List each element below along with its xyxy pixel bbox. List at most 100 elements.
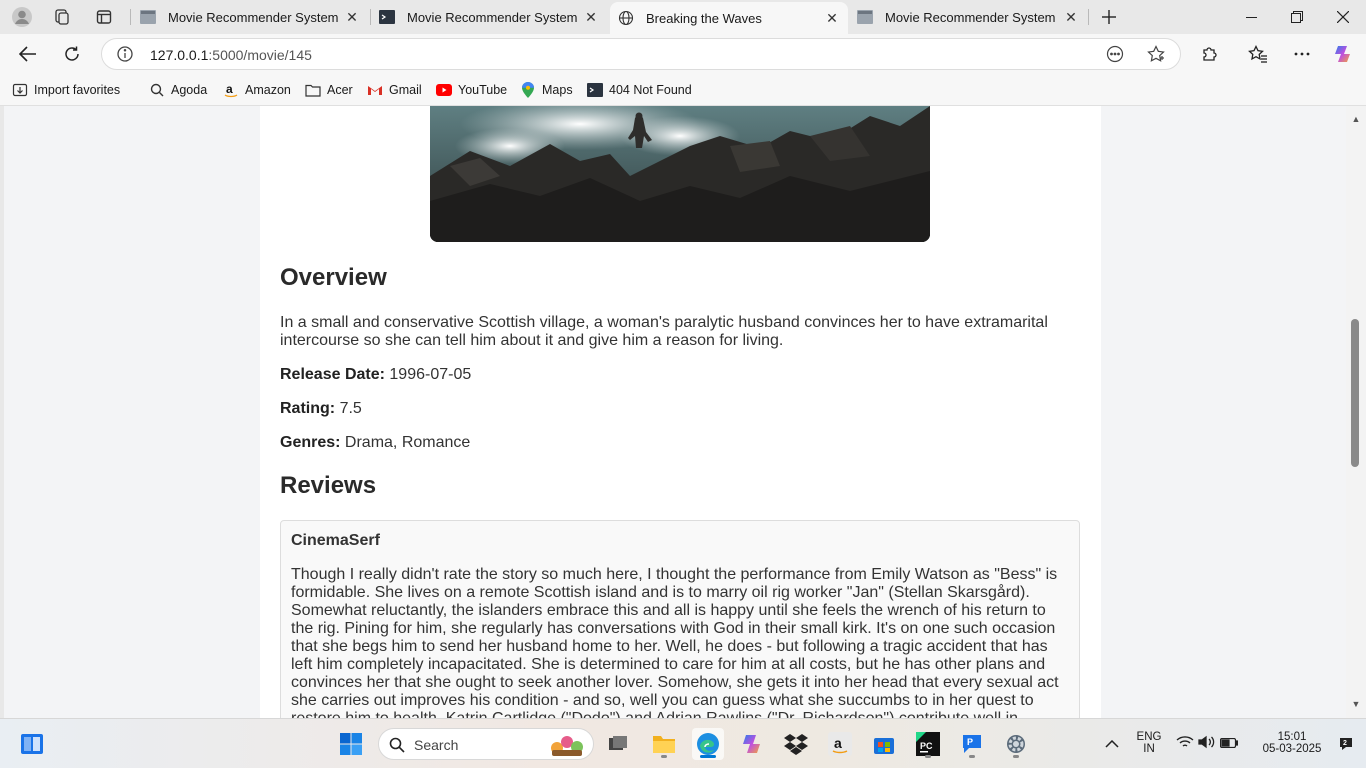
favorite-404[interactable]: 404 Not Found [587,81,692,99]
review-author: CinemaSerf [291,532,380,549]
page-scrollbar[interactable]: ▲ ▼ [1346,106,1366,718]
volume-icon [1198,735,1216,754]
favorite-label: Amazon [245,83,291,97]
start-icon[interactable] [335,728,367,760]
language-indicator[interactable]: ENG IN [1134,731,1164,755]
new-tab-icon[interactable] [1098,6,1120,28]
favorite-agoda[interactable]: Agoda [149,81,207,99]
widgets-icon[interactable] [16,728,48,760]
info-icon[interactable] [116,45,134,63]
tab-title: Breaking the Waves [646,10,762,26]
language-code: ENG [1136,731,1162,743]
terminal-icon [379,9,395,25]
svg-text:2: 2 [1343,740,1347,747]
chevron-up-icon[interactable] [1096,728,1128,760]
url-text[interactable]: 127.0.0.1:5000/movie/145 [150,47,312,63]
folder-icon [305,82,321,98]
tab-movie-recommender-2[interactable]: Movie Recommender System ✕ [371,3,607,31]
youtube-icon [436,82,452,98]
tab-movie-recommender-3[interactable]: Movie Recommender System ✕ [849,3,1087,31]
quick-assist-icon[interactable]: P [956,728,988,760]
amazon-app-icon[interactable]: a [824,728,856,760]
favorite-acer[interactable]: Acer [305,81,353,99]
terminal-icon [140,9,156,25]
gmail-icon [367,82,383,98]
region-code: IN [1143,743,1155,755]
search-label: Search [414,737,459,753]
pycharm-icon[interactable]: PC [912,728,944,760]
edge-icon[interactable] [692,728,724,760]
file-explorer-icon[interactable] [648,728,680,760]
extensions-icon[interactable] [1196,40,1224,68]
profile-icon[interactable] [11,6,33,28]
release-date-value: 1996-07-05 [389,366,472,383]
clock-date: 05-03-2025 [1262,743,1322,755]
clock[interactable]: 15:01 05-03-2025 [1254,731,1330,755]
amazon-icon: a [223,82,239,98]
taskbar-search[interactable]: Search [378,728,594,760]
close-icon[interactable]: ✕ [583,9,599,25]
restore-button[interactable] [1274,0,1320,34]
scroll-up-icon[interactable]: ▲ [1351,114,1361,124]
favorites-bar: Import favorites Agoda a Amazon Acer Gma… [0,74,1366,106]
address-bar[interactable]: 127.0.0.1:5000/movie/145 [101,38,1181,70]
dropbox-icon[interactable] [780,728,812,760]
tab-breaking-the-waves[interactable]: Breaking the Waves ✕ [610,2,848,34]
rating-label: Rating: [280,400,336,417]
tab-title: Movie Recommender System [407,9,578,25]
page-viewport: Overview In a small and conservative Sco… [0,106,1366,718]
favorite-youtube[interactable]: YouTube [436,81,507,99]
svg-text:P: P [967,737,973,747]
notification-icon[interactable]: 2 [1330,728,1362,760]
task-view-icon[interactable] [602,728,634,760]
search-icon [389,737,405,758]
genres-label: Genres: [280,434,341,451]
import-icon [12,82,28,98]
minimize-button[interactable] [1228,0,1274,34]
refresh-button[interactable] [58,40,86,68]
svg-text:a: a [226,82,233,96]
wifi-icon [1176,735,1194,754]
globe-icon [618,10,634,26]
settings-gear-icon[interactable] [1000,728,1032,760]
terminal-icon [857,9,873,25]
overview-heading: Overview [280,264,387,291]
close-window-button[interactable] [1320,0,1366,34]
favorite-label: Agoda [171,83,208,97]
svg-text:PC: PC [920,741,933,751]
store-icon[interactable] [868,728,900,760]
favorite-maps[interactable]: Maps [520,81,573,99]
more-tools-icon[interactable] [1105,44,1125,64]
tab-movie-recommender-1[interactable]: Movie Recommender System ✕ [132,3,368,31]
favorites-icon[interactable] [1244,40,1272,68]
favorite-label: Acer [327,83,353,97]
overview-text: In a small and conservative Scottish vil… [280,314,1048,349]
close-icon[interactable]: ✕ [824,10,840,26]
taskbar: Search a PC P ENG IN 15:01 05-03-2025 2 [0,718,1366,768]
favorite-label: 404 Not Found [609,83,692,97]
genres-value: Drama, Romance [344,434,471,451]
maps-icon [520,82,536,98]
back-button[interactable] [14,40,42,68]
terminal-icon [587,82,603,98]
favorite-star-icon[interactable] [1146,44,1166,64]
favorite-amazon[interactable]: a Amazon [223,81,291,99]
battery-icon [1219,735,1239,753]
tab-actions-icon[interactable] [93,6,115,28]
settings-more-icon[interactable] [1288,40,1316,68]
copilot-app-icon[interactable] [736,728,768,760]
scrollbar-thumb[interactable] [1351,319,1359,467]
release-date-label: Release Date: [280,366,385,383]
address-toolbar: 127.0.0.1:5000/movie/145 [0,34,1366,74]
svg-text:a: a [834,735,842,751]
close-icon[interactable]: ✕ [344,9,360,25]
workspaces-icon[interactable] [51,6,73,28]
close-icon[interactable]: ✕ [1063,9,1079,25]
copilot-icon[interactable] [1330,40,1358,68]
favorite-import[interactable]: Import favorites [12,81,120,99]
system-tray-icons[interactable] [1172,728,1242,760]
favorite-gmail[interactable]: Gmail [367,81,422,99]
scroll-down-icon[interactable]: ▼ [1351,699,1361,709]
release-date-row: Release Date: 1996-07-05 [280,366,1080,384]
movie-backdrop-image [430,106,930,242]
